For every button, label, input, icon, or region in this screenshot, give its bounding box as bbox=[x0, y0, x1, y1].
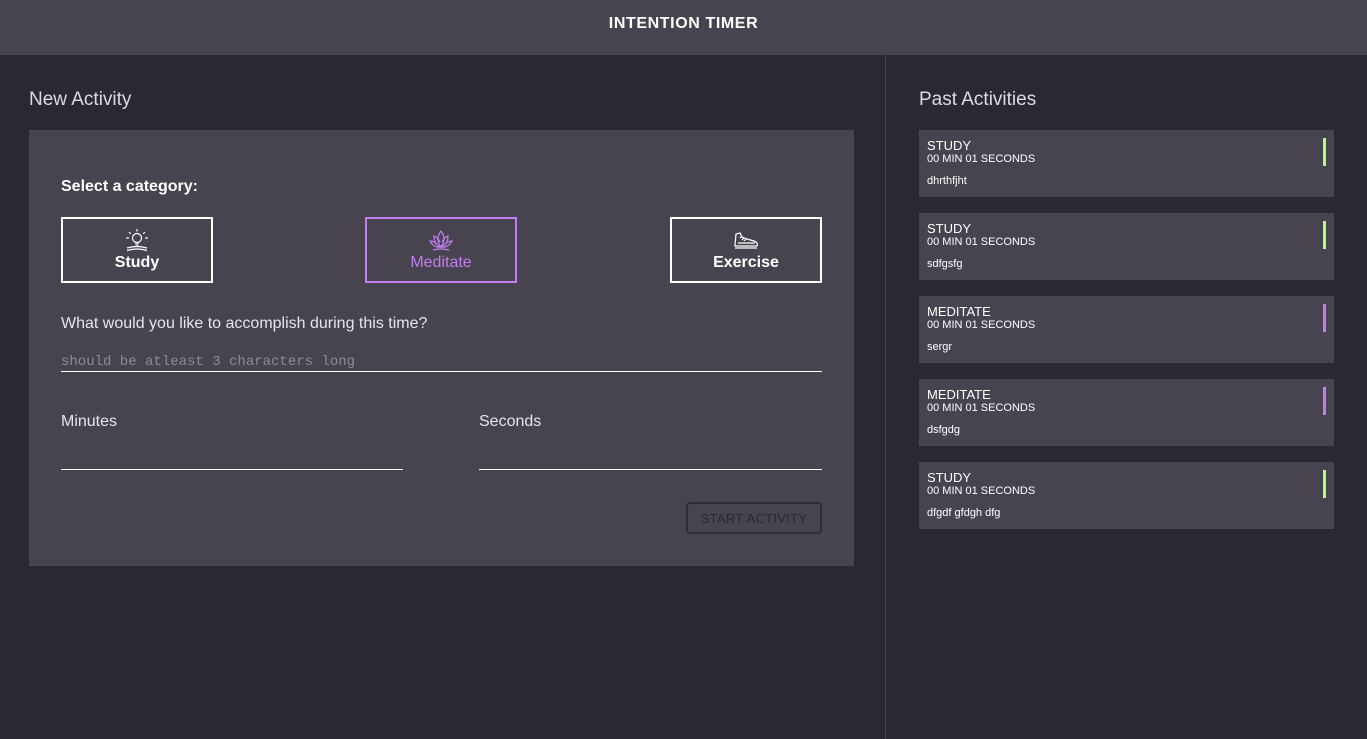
past-activities-panel: Past Activities STUDY 00 MIN 01 SECONDS … bbox=[887, 55, 1367, 739]
activity-time: 00 MIN 01 SECONDS bbox=[927, 236, 1036, 248]
activity-card: STUDY 00 MIN 01 SECONDS sdfgsfg bbox=[919, 213, 1334, 280]
activity-category: STUDY bbox=[927, 470, 972, 485]
past-activities-list: STUDY 00 MIN 01 SECONDS dhrthfjht STUDY … bbox=[919, 130, 1334, 545]
activity-category: STUDY bbox=[927, 221, 972, 236]
exercise-label: Exercise bbox=[713, 254, 779, 271]
seconds-input[interactable] bbox=[479, 448, 822, 470]
category-color-bar bbox=[1323, 387, 1326, 415]
intention-input[interactable] bbox=[61, 352, 822, 372]
past-activities-title: Past Activities bbox=[919, 89, 1037, 110]
start-activity-button[interactable]: START ACTIVITY bbox=[686, 502, 822, 534]
activity-category: MEDITATE bbox=[927, 387, 991, 402]
activity-time: 00 MIN 01 SECONDS bbox=[927, 402, 1036, 414]
activity-description: sdfgsfg bbox=[927, 258, 963, 270]
category-label: Select a category: bbox=[61, 178, 198, 195]
activity-card: MEDITATE 00 MIN 01 SECONDS sergr bbox=[919, 296, 1334, 363]
activity-time: 00 MIN 01 SECONDS bbox=[927, 485, 1036, 497]
meditate-category-button[interactable]: Meditate bbox=[365, 217, 517, 283]
activity-description: dfgdf gfdgh dfg bbox=[927, 507, 1001, 519]
activity-category: MEDITATE bbox=[927, 304, 991, 319]
activity-form: Select a category: Study Meditate Exerci… bbox=[29, 130, 854, 566]
header-bar: INTENTION TIMER bbox=[0, 0, 1367, 55]
lotus-icon bbox=[429, 230, 453, 251]
study-category-button[interactable]: Study bbox=[61, 217, 213, 283]
minutes-label: Minutes bbox=[61, 413, 118, 430]
activity-time: 00 MIN 01 SECONDS bbox=[927, 153, 1036, 165]
intention-label: What would you like to accomplish during… bbox=[61, 315, 428, 332]
lightbulb-icon bbox=[126, 229, 148, 252]
category-color-bar bbox=[1323, 470, 1326, 498]
activity-time: 00 MIN 01 SECONDS bbox=[927, 319, 1036, 331]
category-color-bar bbox=[1323, 304, 1326, 332]
seconds-label: Seconds bbox=[479, 413, 542, 430]
category-color-bar bbox=[1323, 221, 1326, 249]
activity-card: STUDY 00 MIN 01 SECONDS dhrthfjht bbox=[919, 130, 1334, 197]
shoe-icon bbox=[734, 232, 758, 249]
category-color-bar bbox=[1323, 138, 1326, 166]
new-activity-title: New Activity bbox=[29, 89, 132, 110]
activity-description: dsfgdg bbox=[927, 424, 961, 436]
activity-card: STUDY 00 MIN 01 SECONDS dfgdf gfdgh dfg bbox=[919, 462, 1334, 529]
exercise-category-button[interactable]: Exercise bbox=[670, 217, 822, 283]
activity-card: MEDITATE 00 MIN 01 SECONDS dsfgdg bbox=[919, 379, 1334, 446]
minutes-input[interactable] bbox=[61, 448, 403, 470]
meditate-label: Meditate bbox=[410, 254, 472, 271]
activity-category: STUDY bbox=[927, 138, 972, 153]
study-label: Study bbox=[114, 254, 160, 271]
app-title: INTENTION TIMER bbox=[608, 14, 759, 32]
activity-description: dhrthfjht bbox=[927, 175, 967, 187]
activity-description: sergr bbox=[927, 341, 953, 353]
new-activity-panel: New Activity Select a category: Study Me… bbox=[0, 55, 886, 739]
